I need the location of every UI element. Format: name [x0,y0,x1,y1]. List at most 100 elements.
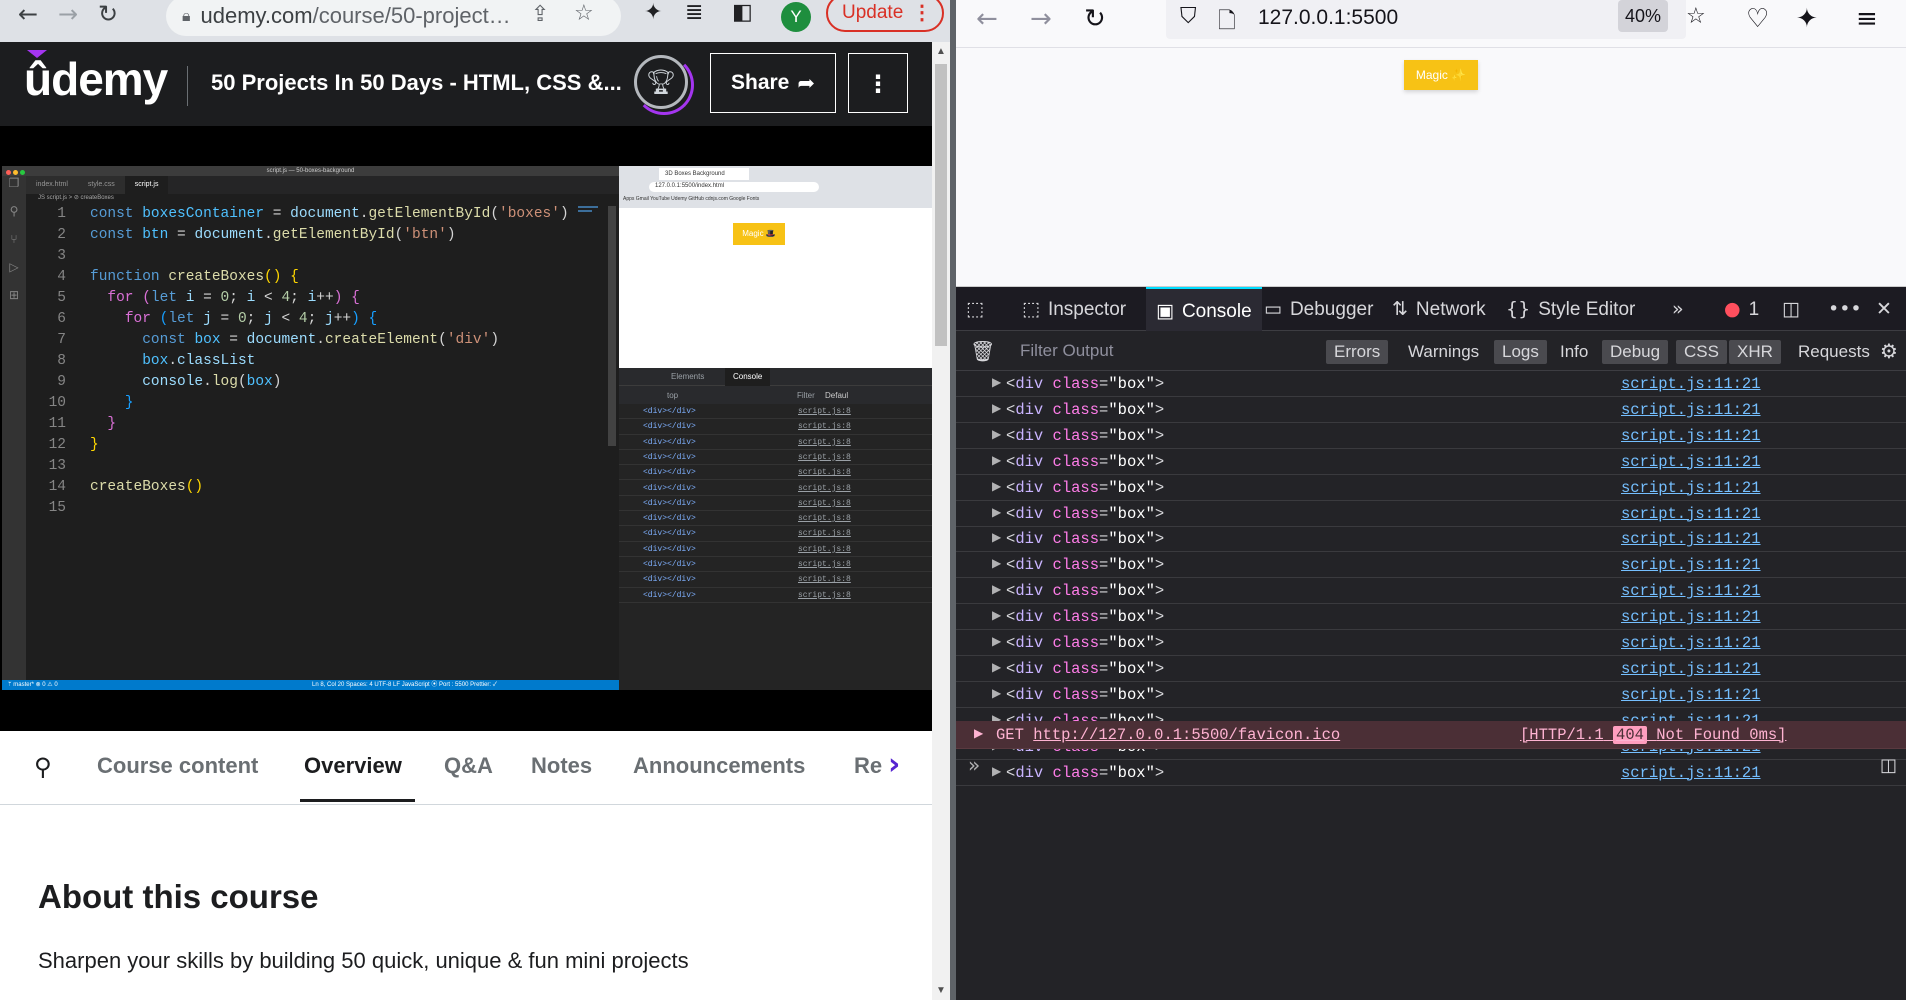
scroll-up-arrow-icon[interactable]: ▲ [936,46,946,57]
more-options-icon[interactable]: ••• [1828,287,1862,331]
log-source-link[interactable]: script.js:11:21 [1621,453,1761,471]
filter-warnings[interactable]: Warnings [1400,340,1487,364]
log-source-link[interactable]: script.js:11:21 [1621,479,1761,497]
log-source-link[interactable]: script.js:11:21 [1621,764,1761,782]
media-queue-icon[interactable]: ≣ [685,0,703,25]
console-log-row[interactable]: ▶ <div class="box"> script.js:11:21 [956,552,1906,579]
expand-arrow-icon[interactable]: ▶ [992,427,1001,441]
console-log-row[interactable]: ▶ <div class="box"> script.js:11:21 [956,604,1906,631]
log-element[interactable]: <div class="box"> [1006,556,1164,574]
log-element[interactable]: <div class="box"> [1006,764,1164,782]
magic-button[interactable]: Magic ✨ [1404,60,1478,90]
expand-arrow-icon[interactable]: ▶ [992,453,1001,467]
log-source-link[interactable]: script.js:11:21 [1621,375,1761,393]
log-source-link[interactable]: script.js:11:21 [1621,505,1761,523]
chevron-right-icon[interactable]: › [888,747,900,782]
forward-icon[interactable]: → [46,0,90,28]
log-element[interactable]: <div class="box"> [1006,634,1164,652]
log-source-link[interactable]: script.js:11:21 [1621,530,1761,548]
console-log-row[interactable]: ▶ <div class="box"> script.js:11:21 [956,397,1906,423]
expand-arrow-icon[interactable]: ▶ [992,505,1001,519]
tab-course-content[interactable]: Course content [97,753,258,779]
log-source-link[interactable]: script.js:11:21 [1621,660,1761,678]
log-element[interactable]: <div class="box"> [1006,530,1164,548]
log-source-link[interactable]: script.js:11:21 [1621,401,1761,419]
udemy-logo[interactable]: ûdemy [24,50,168,106]
log-source-link[interactable]: script.js:11:21 [1621,608,1761,626]
log-element[interactable]: <div class="box"> [1006,453,1164,471]
settings-gear-icon[interactable]: ⚙ [1880,339,1898,363]
console-log-row[interactable]: ▶ <div class="box"> script.js:11:21 [956,630,1906,656]
tab-inspector[interactable]: ⬚ Inspector [1012,287,1136,331]
log-source-link[interactable]: script.js:11:21 [1621,427,1761,445]
expand-arrow-icon[interactable]: ▶ [992,686,1001,700]
log-element[interactable]: <div class="box"> [1006,401,1164,419]
log-element[interactable]: <div class="box"> [1006,505,1164,523]
log-source-link[interactable]: script.js:11:21 [1621,582,1761,600]
share-button[interactable]: Share ➦ [710,53,836,113]
expand-arrow-icon[interactable]: ▶ [992,556,1001,570]
filter-input[interactable]: Filter Output [1020,341,1114,361]
console-log-row[interactable]: ▶ <div class="box"> script.js:11:21 [956,501,1906,527]
console-log-row[interactable]: ▶ <div class="box"> script.js:11:21 [956,475,1906,501]
expand-arrow-icon[interactable]: ▶ [992,479,1001,493]
shield-icon[interactable]: ⛉ [1180,4,1197,29]
bookmark-star-icon[interactable]: ☆ [574,1,594,26]
update-button[interactable]: Update ⋮ [826,0,944,32]
expand-arrow-icon[interactable]: ▶ [992,375,1001,389]
log-source-link[interactable]: script.js:11:21 [1621,556,1761,574]
trash-icon[interactable]: 🗑︎ [970,339,995,363]
dock-icon[interactable]: ◫ [1782,287,1800,331]
filter-debug[interactable]: Debug [1602,340,1669,364]
tab-overview[interactable]: Overview [304,753,402,779]
console-log-row[interactable]: ▶ <div class="box"> script.js:11:21 [956,526,1906,553]
tab-style-editor[interactable]: {} Style Editor [1496,287,1645,331]
log-element[interactable]: <div class="box"> [1006,479,1164,497]
log-element[interactable]: <div class="box"> [1006,582,1164,600]
console-log-row[interactable]: ▶ <div class="box"> script.js:11:21 [956,578,1906,605]
error-url[interactable]: http://127.0.0.1:5500/favicon.ico [1033,726,1340,744]
side-panel-icon[interactable]: ◧ [732,0,753,25]
expand-arrow-icon[interactable]: ▶ [992,530,1001,544]
expand-arrow-icon[interactable]: ▶ [992,660,1001,674]
share-page-icon[interactable]: ⇪ [531,2,549,27]
error-counter[interactable]: ● 1 [1724,287,1759,331]
expand-arrow-icon[interactable]: ▶ [992,582,1001,596]
back-icon[interactable]: ← [6,0,50,28]
tab-announcements[interactable]: Announcements [633,753,805,779]
more-options-button[interactable]: ⋮ [848,53,908,113]
expand-arrow-icon[interactable]: ▶ [992,764,1001,778]
extensions-icon[interactable]: ✦ [1796,4,1818,34]
filter-errors[interactable]: Errors [1326,340,1389,364]
close-icon[interactable]: ✕ [1876,287,1892,331]
log-element[interactable]: <div class="box"> [1006,660,1164,678]
bookmark-star-icon[interactable]: ☆ [1686,4,1706,29]
filter-requests[interactable]: Requests [1790,340,1878,364]
console-log-row[interactable]: ▶ <div class="box"> script.js:11:21 [956,760,1906,786]
tab-reviews-partial[interactable]: Re [854,753,882,779]
scrollbar-thumb[interactable] [935,64,947,346]
log-element[interactable]: <div class="box"> [1006,427,1164,445]
console-log-row[interactable]: ▶ <div class="box"> script.js:11:21 [956,449,1906,475]
pocket-icon[interactable]: ♡ [1746,4,1769,34]
log-element[interactable]: <div class="box"> [1006,608,1164,626]
chrome-menu-icon[interactable]: ⋮ [912,0,932,25]
element-picker-icon[interactable]: ⬚ [966,287,984,331]
network-error-row[interactable]: ▶ GET http://127.0.0.1:5500/favicon.ico … [956,721,1906,749]
filter-css[interactable]: CSS [1676,340,1727,364]
zoom-level[interactable]: 40% [1618,0,1668,32]
console-prompt-icon[interactable]: » [968,753,980,777]
search-icon[interactable]: ⚲ [34,753,52,781]
tab-debugger[interactable]: ▭ Debugger [1254,287,1383,331]
tab-notes[interactable]: Notes [531,753,592,779]
page-scrollbar[interactable]: ▲ ▼ [932,42,950,1000]
console-log-row[interactable]: ▶ <div class="box"> script.js:11:21 [956,371,1906,397]
menu-icon[interactable]: ≡ [1856,4,1878,34]
log-source-link[interactable]: script.js:11:21 [1621,686,1761,704]
filter-logs[interactable]: Logs [1494,340,1547,364]
forward-icon[interactable]: → [1030,4,1052,34]
tab-qa[interactable]: Q&A [444,753,493,779]
console-log-row[interactable]: ▶ <div class="box"> script.js:11:21 [956,682,1906,708]
scroll-down-arrow-icon[interactable]: ▼ [936,985,946,996]
filter-info[interactable]: Info [1552,340,1596,364]
